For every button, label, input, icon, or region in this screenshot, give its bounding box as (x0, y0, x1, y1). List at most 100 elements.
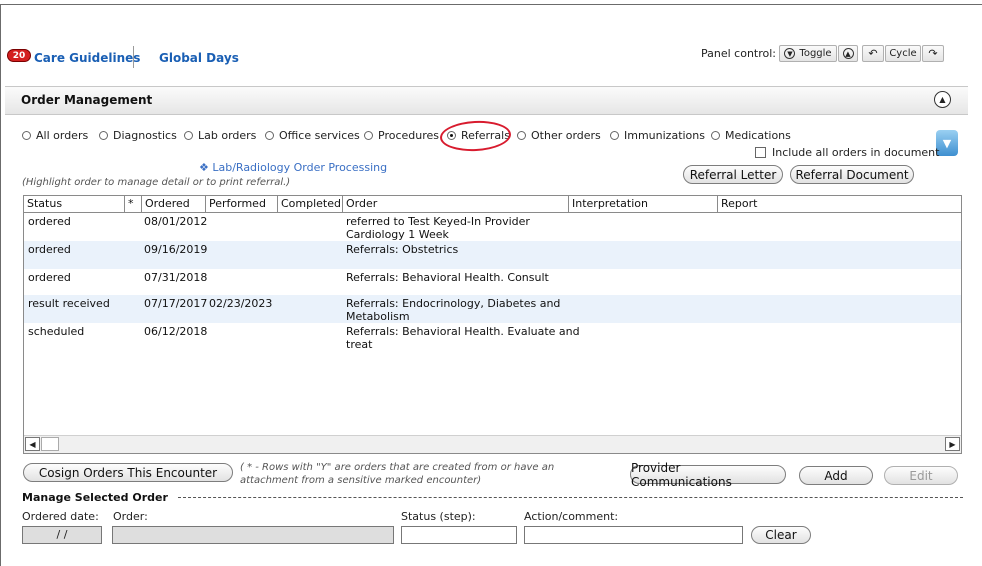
nav-divider (133, 46, 134, 68)
action-comment-input[interactable] (524, 526, 743, 544)
filter-immunizations[interactable]: Immunizations (610, 129, 705, 142)
toggle-button[interactable]: ▼ Toggle (779, 45, 837, 62)
cell-performed: 02/23/2023 (209, 297, 273, 310)
table-row[interactable]: scheduled 06/12/2018 Referrals: Behavior… (24, 323, 961, 351)
ordered-date-label: Ordered date: (22, 510, 99, 523)
radio-label: Procedures (378, 129, 439, 142)
cell-ordered: 07/31/2018 (144, 271, 208, 284)
order-line-1: Referrals: Obstetrics (346, 243, 459, 256)
lab-radiology-link[interactable]: ❖ Lab/Radiology Order Processing (199, 161, 387, 174)
order-line-1: referred to Test Keyed-In Provider (346, 215, 530, 228)
filter-procedures[interactable]: Procedures (364, 129, 439, 142)
window-top-border (0, 0, 982, 5)
cell-order: referred to Test Keyed-In Provider Cardio… (346, 215, 530, 241)
cell-ordered: 09/16/2019 (144, 243, 208, 256)
cell-order: Referrals: Obstetrics (346, 243, 458, 256)
cell-order: Referrals: Behavioral Health. Evaluate a… (346, 325, 580, 351)
cell-status: scheduled (28, 325, 85, 338)
window-left-border (0, 4, 1, 566)
care-guidelines-link[interactable]: Care Guidelines (34, 51, 140, 65)
table-row[interactable]: ordered 09/16/2019 Referrals: Obstetrics (24, 241, 961, 269)
scroll-thumb[interactable] (41, 437, 59, 451)
cell-ordered: 07/17/2017 (144, 297, 208, 310)
collapse-section-button[interactable]: ▲ (934, 91, 951, 108)
order-line-1: Referrals: Behavioral Health. Evaluate a… (346, 325, 580, 338)
horizontal-scrollbar[interactable]: ◀ ▶ (24, 435, 961, 453)
chevron-down-icon: ▼ (784, 48, 796, 59)
cycle-forward-button[interactable]: ↷ (922, 45, 944, 62)
radio-button[interactable] (184, 131, 193, 140)
radio-label: Immunizations (624, 129, 705, 142)
filter-other-orders[interactable]: Other orders (517, 129, 601, 142)
filter-office-services[interactable]: Office services (265, 129, 360, 142)
include-all-label: Include all orders in document (772, 146, 940, 159)
radio-button[interactable] (265, 131, 274, 140)
chevron-up-icon: ▲ (939, 95, 946, 104)
order-field (112, 526, 394, 544)
collapse-all-button[interactable]: ▲ (838, 45, 858, 62)
radio-label: Other orders (531, 129, 601, 142)
status-input[interactable] (401, 526, 517, 544)
edit-button[interactable]: Edit (884, 466, 958, 485)
cosign-orders-button[interactable]: Cosign Orders This Encounter (23, 463, 233, 482)
radio-button[interactable] (711, 131, 720, 140)
section-title: Order Management (21, 93, 153, 107)
action-label: Action/comment: (524, 510, 619, 523)
provider-communications-button[interactable]: Provider Communications (630, 461, 786, 489)
order-line-2: treat (346, 338, 373, 351)
cycle-back-button[interactable]: ↶ (862, 45, 884, 62)
scroll-left-icon[interactable]: ◀ (25, 437, 40, 451)
filter-lab-orders[interactable]: Lab orders (184, 129, 256, 142)
order-label: Order: (113, 510, 148, 523)
cell-status: result received (28, 297, 110, 310)
sensitive-note: ( * - Rows with "Y" are orders that are … (240, 462, 555, 486)
cell-status: ordered (28, 271, 71, 284)
col-order[interactable]: Order (343, 196, 569, 212)
col-interpretation[interactable]: Interpretation (569, 196, 718, 212)
radio-label: Medications (725, 129, 791, 142)
col-performed[interactable]: Performed (206, 196, 278, 212)
ordered-date-field: / / (22, 526, 102, 544)
cycle-button[interactable]: Cycle (885, 45, 921, 62)
checkbox[interactable] (755, 147, 766, 158)
col-report[interactable]: Report (718, 196, 961, 212)
radio-button[interactable] (517, 131, 526, 140)
filter-diagnostics[interactable]: Diagnostics (99, 129, 177, 142)
notification-badge[interactable]: 20 (7, 49, 31, 62)
radio-button[interactable] (99, 131, 108, 140)
table-row[interactable]: result received 07/17/2017 02/23/2023 Re… (24, 295, 961, 323)
radio-label: All orders (36, 129, 89, 142)
order-line-2: Metabolism (346, 310, 410, 323)
toggle-label: Toggle (799, 48, 832, 59)
filter-medications[interactable]: Medications (711, 129, 791, 142)
orders-grid[interactable]: Status * Ordered Performed Completed Ord… (23, 195, 962, 454)
add-button[interactable]: Add (799, 466, 873, 485)
scroll-right-icon[interactable]: ▶ (945, 437, 960, 451)
grid-hint: (Highlight order to manage detail or to … (22, 177, 291, 188)
radio-button[interactable] (22, 131, 31, 140)
panel-control-label: Panel control: (701, 47, 777, 60)
include-all-orders-checkbox[interactable]: Include all orders in document (755, 146, 939, 159)
col-status[interactable]: Status (24, 196, 125, 212)
grid-header: Status * Ordered Performed Completed Ord… (24, 196, 961, 213)
col-star[interactable]: * (125, 196, 142, 212)
col-ordered[interactable]: Ordered (142, 196, 206, 212)
radio-button[interactable] (364, 131, 373, 140)
table-row[interactable]: ordered 07/31/2018 Referrals: Behavioral… (24, 269, 961, 297)
global-days-link[interactable]: Global Days (159, 51, 239, 65)
cell-order: Referrals: Behavioral Health. Consult (346, 271, 549, 284)
radio-label: Lab orders (198, 129, 257, 142)
clear-button[interactable]: Clear (751, 526, 811, 544)
section-divider (178, 497, 963, 498)
cell-status: ordered (28, 243, 71, 256)
filter-all-orders[interactable]: All orders (22, 129, 88, 142)
order-line-1: Referrals: Behavioral Health. Consult (346, 271, 549, 284)
chevron-up-icon: ▲ (842, 48, 854, 59)
col-completed[interactable]: Completed (278, 196, 343, 212)
annotation-circle (439, 119, 512, 153)
radio-button[interactable] (610, 131, 619, 140)
referral-document-button[interactable]: Referral Document (790, 165, 914, 184)
referral-letter-button[interactable]: Referral Letter (683, 165, 783, 184)
table-row[interactable]: ordered 08/01/2012 referred to Test Keye… (24, 213, 961, 241)
order-line-2: Cardiology 1 Week (346, 228, 449, 241)
